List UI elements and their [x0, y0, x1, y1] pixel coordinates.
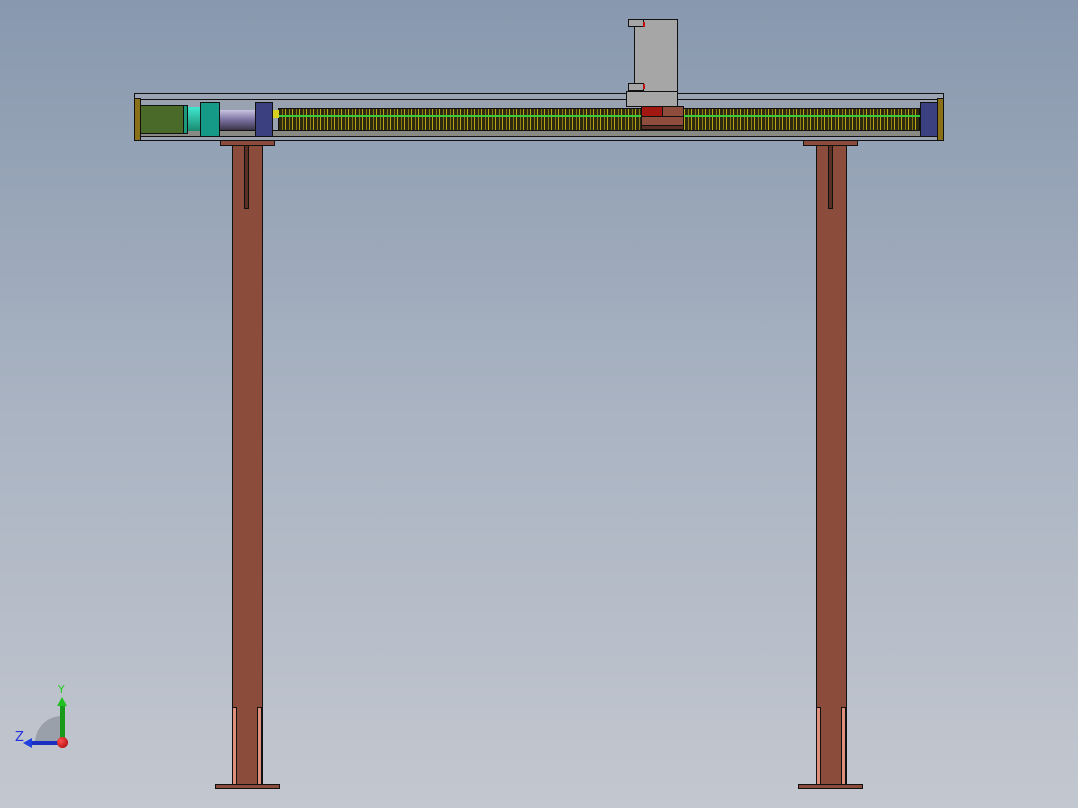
right-leg-slot — [828, 145, 833, 209]
left-bearing-block — [255, 102, 273, 137]
carriage-red-mark-bottom — [643, 84, 645, 89]
right-leg-gusset-l — [816, 707, 821, 785]
left-leg-slot — [244, 145, 249, 209]
carriage-flange-top — [628, 19, 644, 27]
right-leg-column — [816, 145, 847, 786]
z-arrow-head — [23, 738, 32, 748]
left-leg-base — [215, 784, 280, 789]
y-arrow-head — [57, 697, 67, 706]
lead-screw-line — [278, 115, 920, 117]
y-axis-label: Y — [58, 683, 65, 696]
slider-bottom — [641, 125, 684, 130]
carriage-plate — [634, 19, 678, 92]
right-leg-base — [798, 784, 863, 789]
right-leg-gusset-r — [841, 707, 846, 785]
right-end-cap — [937, 98, 944, 141]
carriage-red-mark-top — [643, 22, 645, 27]
lead-screw — [278, 108, 920, 131]
orientation-triad: Y Z — [14, 683, 74, 752]
screw-end-yellow — [273, 110, 279, 118]
shaft — [220, 110, 256, 130]
coupling-block — [200, 102, 220, 137]
left-leg-gusset-r — [257, 707, 262, 785]
z-axis-label: Z — [15, 730, 24, 745]
left-leg-gusset-l — [232, 707, 237, 785]
right-bearing-block — [920, 102, 938, 137]
x-axis-dot — [57, 737, 68, 748]
carriage-flange-bottom — [628, 83, 644, 91]
motor — [140, 105, 185, 134]
carriage-base — [626, 91, 678, 107]
left-leg-column — [232, 145, 263, 786]
